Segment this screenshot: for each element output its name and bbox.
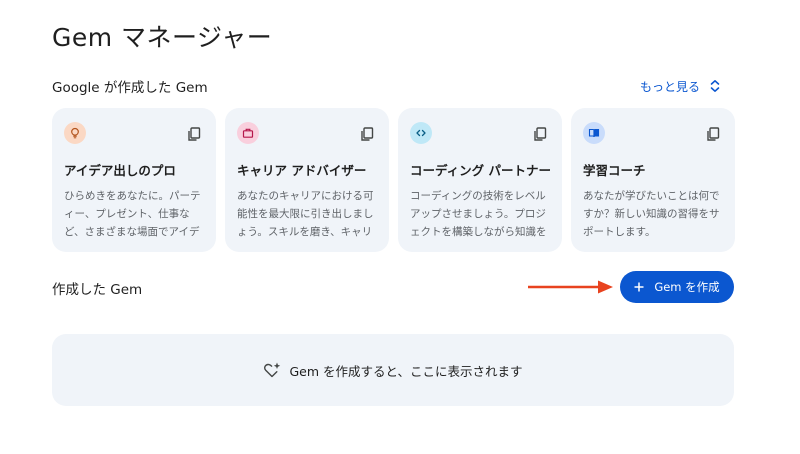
card-icon-badge xyxy=(410,122,432,144)
gem-card-learning-coach[interactable]: 学習コーチ あなたが学びたいことは何ですか？新しい知識の習得をサポートします。 xyxy=(571,108,735,252)
copy-icon[interactable] xyxy=(359,126,375,142)
gem-card-description: あなたのキャリアにおける可能性を最大限に引き出しましょう。スキルを磨き、キャリア… xyxy=(237,190,374,238)
page-title: Gem マネージャー xyxy=(52,23,273,52)
gem-card-coding-partner[interactable]: コーディング パートナー コーディングの技術をレベルアップさせましょう。プロジェ… xyxy=(398,108,562,252)
gem-card-title: 学習コーチ xyxy=(583,163,646,178)
gem-card-title: アイデア出しのプロ xyxy=(64,163,176,178)
empty-state-message: Gem を作成すると、ここに表示されます xyxy=(289,363,523,379)
gem-card-description: ひらめきをあなたに。パーティー、プレゼント、仕事など、さまざまな場面でアイデアを… xyxy=(64,190,201,238)
lightbulb-icon xyxy=(71,127,79,139)
premade-gems-header: Google が作成した Gem もっと見る xyxy=(52,76,734,96)
gem-card-title: コーディング パートナー xyxy=(410,163,551,178)
plus-icon xyxy=(634,282,644,292)
premade-gem-cards: アイデア出しのプロ ひらめきをあなたに。パーティー、プレゼント、仕事など、さまざ… xyxy=(52,108,735,252)
copy-icon[interactable] xyxy=(186,126,202,142)
empty-state: Gem を作成すると、ここに表示されます xyxy=(52,334,734,406)
gem-heart-sparkle-icon xyxy=(264,362,281,378)
premade-gems-title: Google が作成した Gem xyxy=(52,80,208,96)
gem-card-brainstormer[interactable]: アイデア出しのプロ ひらめきをあなたに。パーティー、プレゼント、仕事など、さまざ… xyxy=(52,108,216,252)
gem-card-career-guide[interactable]: キャリア アドバイザー あなたのキャリアにおける可能性を最大限に引き出しましょう… xyxy=(225,108,389,252)
copy-icon[interactable] xyxy=(705,126,721,142)
card-icon-badge xyxy=(583,122,605,144)
gem-card-title: キャリア アドバイザー xyxy=(237,163,367,178)
briefcase-icon xyxy=(242,128,254,138)
unfold-icon xyxy=(710,80,720,92)
red-arrow-annotation xyxy=(528,280,613,294)
create-gem-button-label: Gem を作成 xyxy=(654,280,720,294)
show-more-label: もっと見る xyxy=(639,79,700,94)
card-icon-badge xyxy=(64,122,86,144)
code-icon xyxy=(416,129,426,137)
show-more-button[interactable]: もっと見る xyxy=(640,78,734,95)
create-gem-button[interactable]: Gem を作成 xyxy=(620,271,734,303)
gem-card-description: コーディングの技術をレベルアップさせましょう。プロジェクトを構築しながら知識を深… xyxy=(410,190,547,238)
card-icon-badge xyxy=(237,122,259,144)
my-gems-title: 作成した Gem xyxy=(52,282,143,298)
book-icon xyxy=(588,128,600,138)
copy-icon[interactable] xyxy=(532,126,548,142)
gem-card-description: あなたが学びたいことは何ですか？新しい知識の習得をサポートします。 xyxy=(583,190,720,238)
